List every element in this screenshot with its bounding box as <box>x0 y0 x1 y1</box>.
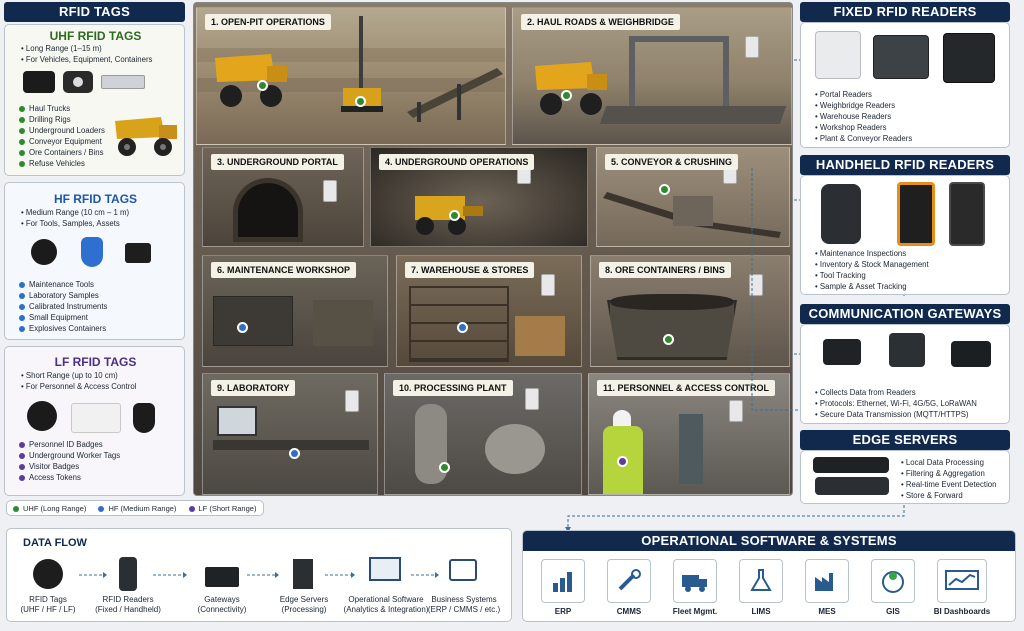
portal-reader-device <box>815 31 861 79</box>
gateways-list: • Collects Data from Readers • Protocols… <box>815 388 977 419</box>
handheld-readers-panel: • Maintenance Inspections • Inventory & … <box>800 175 1010 295</box>
software-header: OPERATIONAL SOFTWARE & SYSTEMS <box>523 531 1015 551</box>
gis-label: GIS <box>886 607 900 616</box>
gateway-router-1 <box>823 339 861 365</box>
edge-servers-list: • Local Data Processing • Filtering & Ag… <box>901 458 997 500</box>
flow-step-3: Gateways (Connectivity) <box>197 595 247 614</box>
flow-step-5: Operational Software (Analytics & Integra… <box>343 595 429 614</box>
cmms-icon[interactable] <box>607 559 651 603</box>
gis-icon[interactable] <box>871 559 915 603</box>
fleet-icon[interactable] <box>673 559 717 603</box>
cmms-label: CMMS <box>616 607 642 616</box>
lims-icon[interactable] <box>739 559 783 603</box>
flow-step-4: Edge Servers (Processing) <box>279 595 329 614</box>
erp-label: ERP <box>554 607 572 616</box>
gateways-header: COMMUNICATION GATEWAYS <box>800 304 1010 324</box>
fixed-readers-panel: • Portal Readers • Weighbridge Readers •… <box>800 22 1010 148</box>
mes-icon[interactable] <box>805 559 849 603</box>
bi-dashboards-label: BI Dashboards <box>933 607 991 616</box>
gateway-router-3 <box>951 341 991 367</box>
gateways-panel: • Collects Data from Readers • Protocols… <box>800 324 1010 424</box>
erp-icon[interactable] <box>541 559 585 603</box>
handheld-readers-header: HANDHELD RFID READERS <box>800 155 1010 175</box>
handheld-readers-list: • Maintenance Inspections • Inventory & … <box>815 249 929 291</box>
handheld-terminal-reader <box>949 182 985 246</box>
plant-reader-device <box>943 33 995 83</box>
edge-servers-panel: • Local Data Processing • Filtering & Ag… <box>800 450 1010 504</box>
flow-step-6: Business Systems (ERP / CMMS / etc.) <box>427 595 501 614</box>
edge-server-device-1 <box>813 457 889 473</box>
data-flow-panel: DATA FLOW RFID Tags (UHF / HF / LF) RFID … <box>6 528 512 622</box>
bi-dashboards-icon[interactable] <box>937 559 987 603</box>
weighbridge-reader-device <box>873 35 929 79</box>
mes-label: MES <box>818 607 836 616</box>
edge-servers-header: EDGE SERVERS <box>800 430 1010 450</box>
software-panel: OPERATIONAL SOFTWARE & SYSTEMS ERP CMMS … <box>522 530 1016 622</box>
handheld-gun-reader <box>821 184 861 244</box>
lims-label: LIMS <box>751 607 771 616</box>
handheld-tablet-reader <box>897 182 935 246</box>
gateway-router-2 <box>889 333 925 367</box>
fixed-readers-header: FIXED RFID READERS <box>800 2 1010 22</box>
fixed-readers-list: • Portal Readers • Weighbridge Readers •… <box>815 90 913 143</box>
flow-step-1: RFID Tags (UHF / HF / LF) <box>20 595 76 614</box>
flow-step-2: RFID Readers (Fixed / Handheld) <box>95 595 161 614</box>
fleet-label: Fleet Mgmt. <box>672 607 718 616</box>
edge-server-device-2 <box>815 477 889 495</box>
